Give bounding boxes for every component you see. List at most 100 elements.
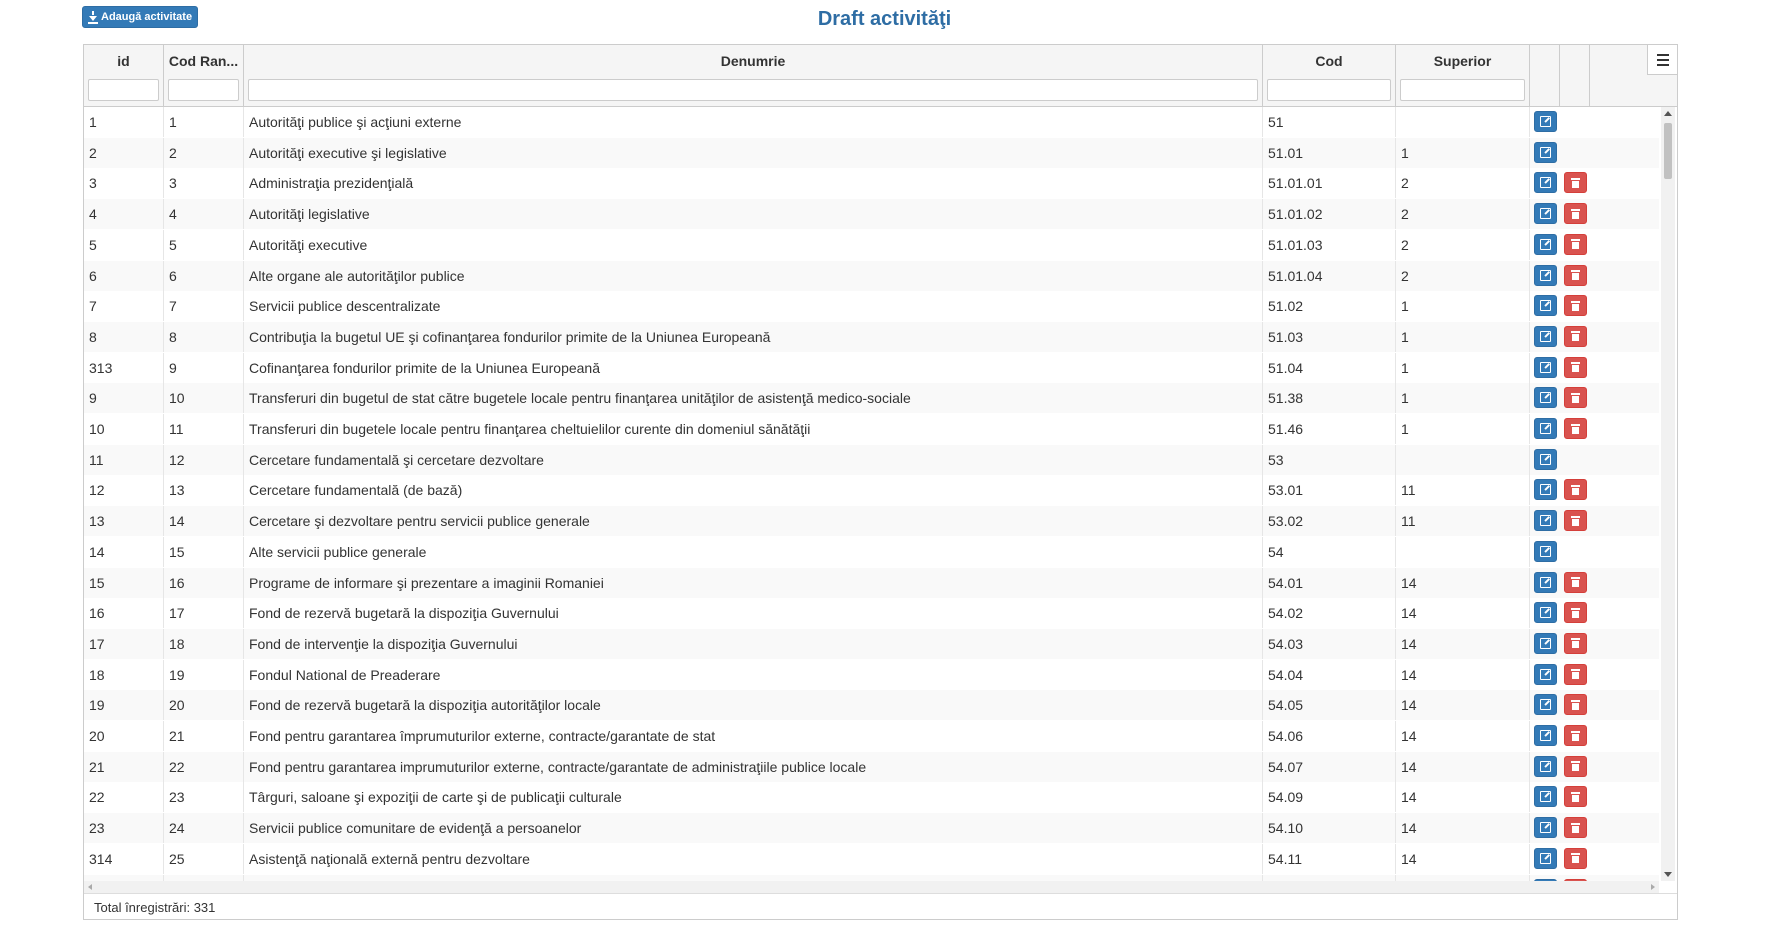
delete-button[interactable] (1564, 172, 1587, 194)
table-row[interactable]: 18 19 Fondul National de Preaderare 54.04 14 (84, 659, 1659, 690)
column-label-name[interactable]: Denumrie (244, 53, 1262, 69)
table-row[interactable]: 20 21 Fond pentru garantarea împrumuturilo… (84, 721, 1659, 751)
table-row[interactable]: 4 4 Autorităţi legislative 51.01.02 2 (84, 199, 1659, 230)
column-label-parent[interactable]: Superior (1396, 53, 1529, 69)
edit-button[interactable] (1534, 264, 1557, 286)
edit-button[interactable] (1534, 387, 1557, 409)
edit-button[interactable] (1534, 418, 1557, 439)
table-row[interactable]: 5 5 Autorităţi executive 51.01.03 2 (84, 229, 1659, 260)
cell-name: Cercetare fundamentală şi cercetare dezv… (244, 444, 1263, 475)
delete-button[interactable] (1564, 264, 1587, 286)
vertical-scrollbar[interactable] (1661, 107, 1675, 881)
delete-button[interactable] (1564, 203, 1587, 225)
table-row[interactable]: 10 11 Transferuri din bugetele locale pent… (84, 414, 1659, 444)
edit-button[interactable] (1534, 295, 1557, 317)
cell-code: 54.01 (1263, 567, 1396, 598)
scroll-up-icon[interactable] (1664, 111, 1672, 116)
delete-button[interactable] (1564, 233, 1587, 255)
table-row[interactable]: 2 2 Autorităţi executive şi legislative 51.… (84, 137, 1659, 168)
table-row[interactable]: 3 3 Administraţia prezidenţială 51.01.01 2 (84, 168, 1659, 199)
edit-button[interactable] (1534, 448, 1557, 470)
edit-button[interactable] (1534, 571, 1557, 593)
delete-button[interactable] (1564, 325, 1587, 347)
delete-button[interactable] (1564, 571, 1587, 593)
table-row[interactable]: 23 24 Servicii publice comunitare de evide… (84, 813, 1659, 844)
filter-input-rank[interactable] (168, 79, 239, 101)
delete-button[interactable] (1564, 295, 1587, 317)
delete-button[interactable] (1564, 510, 1587, 532)
delete-button[interactable] (1564, 387, 1587, 409)
horizontal-scrollbar[interactable] (84, 881, 1659, 893)
edit-button[interactable] (1534, 540, 1557, 562)
table-row[interactable]: 16 17 Fond de rezervă bugetară la dispoziţ… (84, 598, 1659, 629)
edit-button[interactable] (1534, 356, 1557, 378)
edit-button[interactable] (1534, 325, 1557, 347)
scroll-right-icon[interactable] (1651, 884, 1655, 890)
table-row[interactable]: 21 22 Fond pentru garantarea imprumuturilo… (84, 751, 1659, 782)
cell-code: 54.02 (1263, 598, 1396, 629)
delete-button[interactable] (1564, 755, 1587, 777)
scrollbar-thumb[interactable] (1664, 123, 1672, 179)
edit-button[interactable] (1534, 725, 1557, 746)
table-row[interactable]: 19 20 Fond de rezervă bugetară la dispoziţ… (84, 690, 1659, 721)
trash-icon (1571, 669, 1580, 680)
cell-code: 51.01.03 (1263, 229, 1396, 260)
table-row[interactable]: 17 18 Fond de intervenţie la dispoziţia Gu… (84, 628, 1659, 659)
table-row[interactable]: 22 23 Târguri, saloane şi expoziţii de car… (84, 782, 1659, 813)
edit-button[interactable] (1534, 663, 1557, 685)
delete-button[interactable] (1564, 847, 1587, 869)
delete-button[interactable] (1564, 786, 1587, 808)
column-label-code[interactable]: Cod (1263, 53, 1395, 69)
delete-button[interactable] (1564, 356, 1587, 378)
table-row[interactable]: 14 15 Alte servicii publice generale 54 (84, 536, 1659, 567)
edit-button[interactable] (1534, 479, 1557, 501)
column-label-id[interactable]: id (84, 53, 163, 69)
edit-button[interactable] (1534, 786, 1557, 808)
hamburger-menu-icon[interactable] (1647, 45, 1677, 75)
cell-id: 5 (84, 229, 164, 260)
table-row[interactable]: 6 6 Alte organe ale autorităţilor publice 5… (84, 260, 1659, 291)
table-row[interactable]: 313 9 Cofinanţarea fondurilor primite de l… (84, 352, 1659, 383)
edit-button[interactable] (1534, 233, 1557, 255)
cell-name: Administraţia prezidenţială (244, 168, 1263, 199)
edit-button[interactable] (1534, 602, 1557, 624)
table-row[interactable]: 7 7 Servicii publice descentralizate 51.02 1 (84, 291, 1659, 322)
table-row[interactable]: 8 8 Contribuţia la bugetul UE şi cofinanţa… (84, 321, 1659, 352)
edit-button[interactable] (1534, 510, 1557, 532)
filter-input-code[interactable] (1267, 79, 1391, 101)
delete-button[interactable] (1564, 694, 1587, 716)
table-row[interactable]: 314 25 Asistenţă naţională externă pentru … (84, 843, 1659, 874)
table-row[interactable]: 9 10 Transferuri din bugetul de stat către… (84, 383, 1659, 414)
filter-input-id[interactable] (88, 79, 159, 101)
table-row[interactable]: 11 12 Cercetare fundamentală şi cercetare … (84, 444, 1659, 475)
delete-button[interactable] (1564, 632, 1587, 654)
table-row[interactable]: 12 13 Cercetare fundamentală (de bază) 53.0… (84, 475, 1659, 506)
delete-button[interactable] (1564, 479, 1587, 501)
edit-button[interactable] (1534, 172, 1557, 194)
table-row[interactable]: 15 16 Programe de informare şi prezentare … (84, 567, 1659, 598)
delete-button[interactable] (1564, 602, 1587, 624)
cell-code: 51 (1263, 107, 1396, 137)
filter-input-parent[interactable] (1400, 79, 1525, 101)
delete-button[interactable] (1564, 817, 1587, 839)
edit-button[interactable] (1534, 817, 1557, 839)
table-row[interactable]: 1 1 Autorităţi publice şi acţiuni externe 5… (84, 107, 1659, 137)
edit-button[interactable] (1534, 632, 1557, 654)
table-row[interactable]: 13 14 Cercetare şi dezvoltare pentru servi… (84, 506, 1659, 537)
edit-button[interactable] (1534, 694, 1557, 716)
edit-button[interactable] (1534, 111, 1557, 132)
scroll-down-icon[interactable] (1664, 872, 1672, 877)
delete-button[interactable] (1564, 418, 1587, 439)
filter-input-name[interactable] (248, 79, 1258, 101)
cell-code: 54.09 (1263, 782, 1396, 813)
edit-button[interactable] (1534, 203, 1557, 225)
edit-button[interactable] (1534, 847, 1557, 869)
edit-button[interactable] (1534, 141, 1557, 163)
column-label-rank[interactable]: Cod Ran... (164, 53, 243, 69)
delete-button[interactable] (1564, 725, 1587, 746)
edit-button[interactable] (1534, 755, 1557, 777)
delete-button[interactable] (1564, 663, 1587, 685)
cell-parent: 1 (1396, 383, 1530, 414)
cell-parent: 14 (1396, 782, 1530, 813)
scroll-left-icon[interactable] (88, 884, 92, 890)
